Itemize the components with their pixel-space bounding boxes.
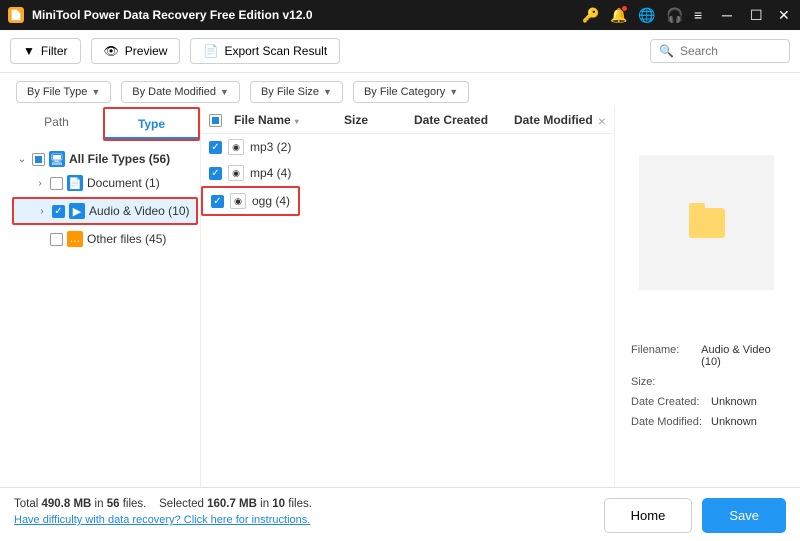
chevron-down-icon: ▼ <box>323 87 332 97</box>
sort-icon: ▾ <box>295 117 299 126</box>
chevron-right-icon: › <box>34 178 46 189</box>
tree-node-other[interactable]: … Other files (45) <box>12 227 198 251</box>
col-filename[interactable]: File Name▾ <box>230 113 340 127</box>
file-row[interactable]: ✓ ◉ ogg (4) <box>203 188 298 214</box>
search-icon: 🔍 <box>659 44 674 58</box>
search-box[interactable]: 🔍 <box>650 39 790 63</box>
tab-path[interactable]: Path <box>10 107 103 141</box>
file-list-panel: × File Name▾ Size Date Created Date Modi… <box>200 107 615 487</box>
scan-stats: Total 490.8 MB in 56 files. Selected 160… <box>14 498 312 526</box>
filter-by-type[interactable]: By File Type▼ <box>16 81 111 103</box>
meta-value: Audio & Video (10) <box>701 344 782 368</box>
bell-icon[interactable]: 🔔 <box>610 8 624 22</box>
monitor-icon: 🖥 <box>49 151 65 167</box>
chevron-down-icon: ⌄ <box>16 154 28 165</box>
preview-button[interactable]: 👁 Preview <box>91 38 181 64</box>
eye-icon: 👁 <box>104 44 119 58</box>
tree-label: Other files (45) <box>87 232 166 246</box>
sidebar-tabs: Path Type <box>10 107 200 141</box>
file-type-icon: ◉ <box>230 193 246 209</box>
headset-icon[interactable]: 🎧 <box>666 8 680 22</box>
filter-by-size[interactable]: By File Size▼ <box>250 81 343 103</box>
filter-icon: ▼ <box>23 44 35 58</box>
audio-video-icon: ▶ <box>69 203 85 219</box>
other-files-icon: … <box>67 231 83 247</box>
preview-label: Preview <box>125 44 168 58</box>
chevron-down-icon: ▼ <box>449 87 458 97</box>
file-name: mp4 (4) <box>250 166 291 180</box>
col-modified[interactable]: Date Modified <box>510 113 597 127</box>
maximize-button[interactable]: ☐ <box>750 8 764 22</box>
details-panel: Filename:Audio & Video (10) Size: Date C… <box>615 107 790 487</box>
home-button[interactable]: Home <box>604 498 693 533</box>
folder-icon <box>689 208 725 238</box>
window-title: MiniTool Power Data Recovery Free Editio… <box>32 8 582 22</box>
file-metadata: Filename:Audio & Video (10) Size: Date C… <box>631 340 782 432</box>
meta-label: Date Modified: <box>631 416 711 428</box>
checkbox-checked[interactable]: ✓ <box>209 167 222 180</box>
menu-icon[interactable]: ≡ <box>694 8 708 22</box>
tree-label: All File Types (56) <box>69 152 170 166</box>
tree-node-document[interactable]: › 📄 Document (1) <box>12 171 198 195</box>
checkbox[interactable] <box>50 233 63 246</box>
tree-node-all[interactable]: ⌄ 🖥 All File Types (56) <box>12 147 198 171</box>
file-type-icon: ◉ <box>228 139 244 155</box>
checkbox-checked[interactable]: ✓ <box>52 205 65 218</box>
help-link[interactable]: Have difficulty with data recovery? Clic… <box>14 514 312 526</box>
file-name: ogg (4) <box>252 194 290 208</box>
export-button[interactable]: 📄 Export Scan Result <box>190 38 340 64</box>
checkbox-indeterminate[interactable] <box>32 153 45 166</box>
col-created[interactable]: Date Created <box>410 113 510 127</box>
checkbox[interactable] <box>50 177 63 190</box>
column-headers: File Name▾ Size Date Created Date Modifi… <box>201 107 614 134</box>
globe-icon[interactable]: 🌐 <box>638 8 652 22</box>
toolbar: ▼ Filter 👁 Preview 📄 Export Scan Result … <box>0 30 800 73</box>
file-row[interactable]: ✓ ◉ mp4 (4) <box>201 160 614 186</box>
col-size[interactable]: Size <box>340 113 410 127</box>
footer-actions: Home Save <box>604 498 786 533</box>
tab-type[interactable]: Type <box>105 109 198 139</box>
file-type-tree: ⌄ 🖥 All File Types (56) › 📄 Document (1)… <box>10 141 200 257</box>
close-button[interactable]: ✕ <box>778 8 792 22</box>
save-button[interactable]: Save <box>702 498 786 533</box>
meta-value: Unknown <box>711 396 757 408</box>
title-bar: MiniTool Power Data Recovery Free Editio… <box>0 0 800 30</box>
search-input[interactable] <box>680 44 781 58</box>
preview-thumbnail <box>639 155 774 290</box>
key-icon[interactable]: 🔑 <box>582 8 596 22</box>
filter-by-category[interactable]: By File Category▼ <box>353 81 469 103</box>
sidebar: Path Type ⌄ 🖥 All File Types (56) › 📄 Do… <box>10 107 200 487</box>
chevron-down-icon: ▼ <box>91 87 100 97</box>
document-icon: 📄 <box>67 175 83 191</box>
minimize-button[interactable]: ─ <box>722 8 736 22</box>
filter-by-date[interactable]: By Date Modified▼ <box>121 81 240 103</box>
filter-button[interactable]: ▼ Filter <box>10 38 81 64</box>
main-area: Path Type ⌄ 🖥 All File Types (56) › 📄 Do… <box>0 107 800 487</box>
chevron-down-icon: ▼ <box>220 87 229 97</box>
file-name: mp3 (2) <box>250 140 291 154</box>
checkbox-indeterminate[interactable] <box>209 114 222 127</box>
file-type-icon: ◉ <box>228 165 244 181</box>
tree-label: Audio & Video (10) <box>89 204 190 218</box>
meta-label: Date Created: <box>631 396 711 408</box>
meta-label: Filename: <box>631 344 701 368</box>
checkbox-checked[interactable]: ✓ <box>209 141 222 154</box>
meta-label: Size: <box>631 376 711 388</box>
app-logo-icon <box>8 7 24 23</box>
window-controls: 🔑 🔔 🌐 🎧 ≡ ─ ☐ ✕ <box>582 8 792 22</box>
file-row[interactable]: ✓ ◉ mp3 (2) <box>201 134 614 160</box>
export-label: Export Scan Result <box>224 44 327 58</box>
checkbox-checked[interactable]: ✓ <box>211 195 224 208</box>
tree-node-audio-video[interactable]: › ✓ ▶ Audio & Video (10) <box>14 199 196 223</box>
filter-label: Filter <box>41 44 68 58</box>
tree-label: Document (1) <box>87 176 160 190</box>
export-icon: 📄 <box>203 44 218 58</box>
filter-bar: By File Type▼ By Date Modified▼ By File … <box>0 73 800 107</box>
chevron-right-icon: › <box>36 206 48 217</box>
meta-value: Unknown <box>711 416 757 428</box>
